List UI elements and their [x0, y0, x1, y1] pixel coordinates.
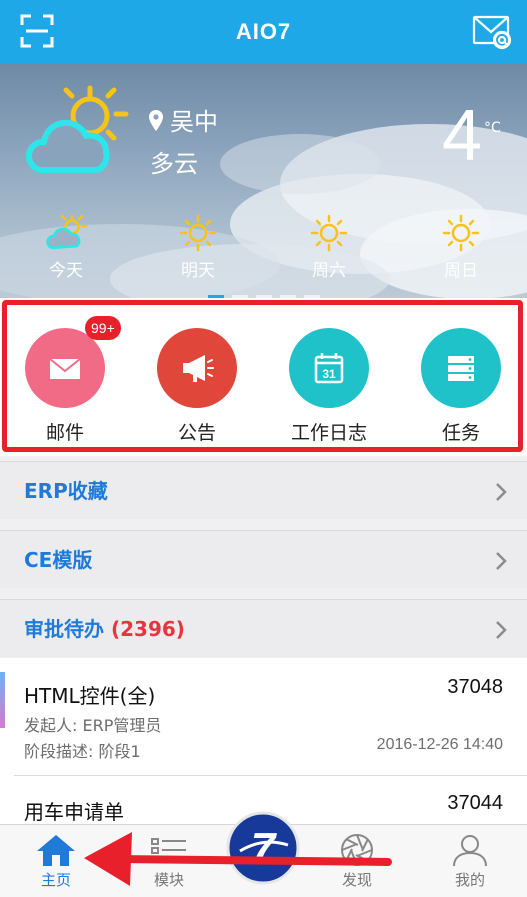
- worklog-action-label: 工作日志: [290, 422, 367, 444]
- forecast-saturday: 周六: [299, 214, 359, 281]
- task-action-circle[interactable]: [421, 328, 501, 408]
- weather-condition: 多云: [150, 150, 198, 178]
- sun-icon: [179, 214, 217, 252]
- envelope-icon: [49, 358, 81, 379]
- ce-template-row[interactable]: CE模版: [0, 530, 527, 588]
- item-number: 37048: [447, 676, 503, 698]
- item-initiator: 发起人: ERP管理员: [24, 716, 162, 735]
- tab-profile[interactable]: 我的: [425, 825, 515, 897]
- erp-favorites-title: ERP收藏: [24, 479, 108, 503]
- app-title: AIO7: [235, 19, 292, 44]
- center-app-button[interactable]: 7: [226, 811, 300, 885]
- task-list-icon: [448, 356, 474, 381]
- erp-favorites-row[interactable]: ERP收藏: [0, 461, 527, 519]
- chevron-right-icon: [496, 621, 507, 639]
- worklog-action-circle[interactable]: 31: [289, 328, 369, 408]
- item-time: 2016-12-26 14:40: [376, 736, 503, 753]
- forecast-today: 今天: [36, 214, 96, 281]
- task-action[interactable]: 任务: [406, 328, 516, 445]
- tab-home[interactable]: 主页: [11, 825, 101, 897]
- ce-template-title: CE模版: [24, 548, 93, 572]
- quick-actions-panel: 99+ 邮件 公告 31 工作日志 任务: [0, 298, 527, 456]
- partly-cloudy-icon: [25, 85, 129, 173]
- temperature-unit: °C: [484, 120, 501, 136]
- notice-action-circle[interactable]: [157, 328, 237, 408]
- list-item[interactable]: HTML控件(全) 37048 发起人: ERP管理员 阶段描述: 阶段1 20…: [0, 658, 527, 776]
- svg-text:31: 31: [322, 367, 336, 381]
- location-pin-icon: [149, 110, 163, 131]
- tab-label: 我的: [454, 871, 485, 889]
- top-bar: AIO7: [0, 0, 527, 64]
- sun-icon: [310, 214, 348, 252]
- tab-label: 模块: [153, 871, 184, 889]
- mail-action[interactable]: 99+ 邮件: [10, 316, 121, 445]
- item-title: HTML控件(全): [24, 684, 156, 708]
- center-button-label: 7: [251, 824, 278, 873]
- calendar-icon: 31: [314, 353, 344, 384]
- forecast-sunday: 周日: [431, 214, 491, 281]
- forecast-day-label: 明天: [181, 261, 215, 281]
- mail-at-icon[interactable]: [472, 14, 512, 50]
- sun-icon: [442, 214, 480, 252]
- forecast-day-label: 周六: [312, 261, 346, 281]
- partly-cloudy-icon: [46, 214, 88, 250]
- item-title: 用车申请单: [24, 800, 124, 824]
- approval-list: HTML控件(全) 37048 发起人: ERP管理员 阶段描述: 阶段1 20…: [0, 658, 527, 824]
- mail-action-circle[interactable]: 99+: [25, 316, 121, 408]
- approval-count: (2396): [110, 617, 185, 641]
- chevron-right-icon: [496, 552, 507, 570]
- chevron-right-icon: [496, 483, 507, 501]
- temperature-value: 4: [442, 96, 483, 176]
- tab-discover[interactable]: 发现: [312, 825, 402, 897]
- forecast-day-label: 今天: [49, 261, 83, 281]
- location-label: 吴中: [148, 102, 218, 137]
- tab-label: 发现: [341, 871, 372, 889]
- forecast-tomorrow: 明天: [168, 214, 228, 281]
- item-number: 37044: [447, 792, 503, 814]
- approval-title-text: 审批待办: [24, 617, 104, 641]
- modules-icon: [151, 838, 186, 863]
- task-action-label: 任务: [441, 422, 480, 444]
- approval-pending-row[interactable]: 审批待办 (2396): [0, 599, 527, 657]
- weather-panel[interactable]: 吴中 多云 4 °C 今天 明天 周六 周日: [0, 64, 527, 298]
- user-icon: [453, 835, 487, 867]
- approval-pending-title: 审批待办 (2396): [24, 600, 185, 658]
- aperture-icon: [341, 834, 373, 866]
- tab-modules[interactable]: 模块: [124, 825, 214, 897]
- notice-action-label: 公告: [177, 422, 216, 444]
- mail-action-label: 邮件: [45, 422, 84, 444]
- home-icon: [37, 835, 75, 866]
- unread-badge: 99+: [85, 316, 121, 340]
- megaphone-icon: [183, 355, 214, 382]
- tab-label: 主页: [40, 871, 71, 889]
- app-logo-icon: 7: [226, 811, 300, 885]
- item-stage: 阶段描述: 阶段1: [24, 742, 141, 761]
- notice-action[interactable]: 公告: [142, 328, 252, 445]
- forecast-day-label: 周日: [444, 261, 478, 281]
- worklog-action[interactable]: 31 工作日志: [274, 328, 384, 445]
- item-accent-bar: [0, 672, 5, 728]
- bottom-nav: 主页 模块 发现 我的 7: [0, 811, 527, 897]
- location-text: 吴中: [170, 108, 218, 136]
